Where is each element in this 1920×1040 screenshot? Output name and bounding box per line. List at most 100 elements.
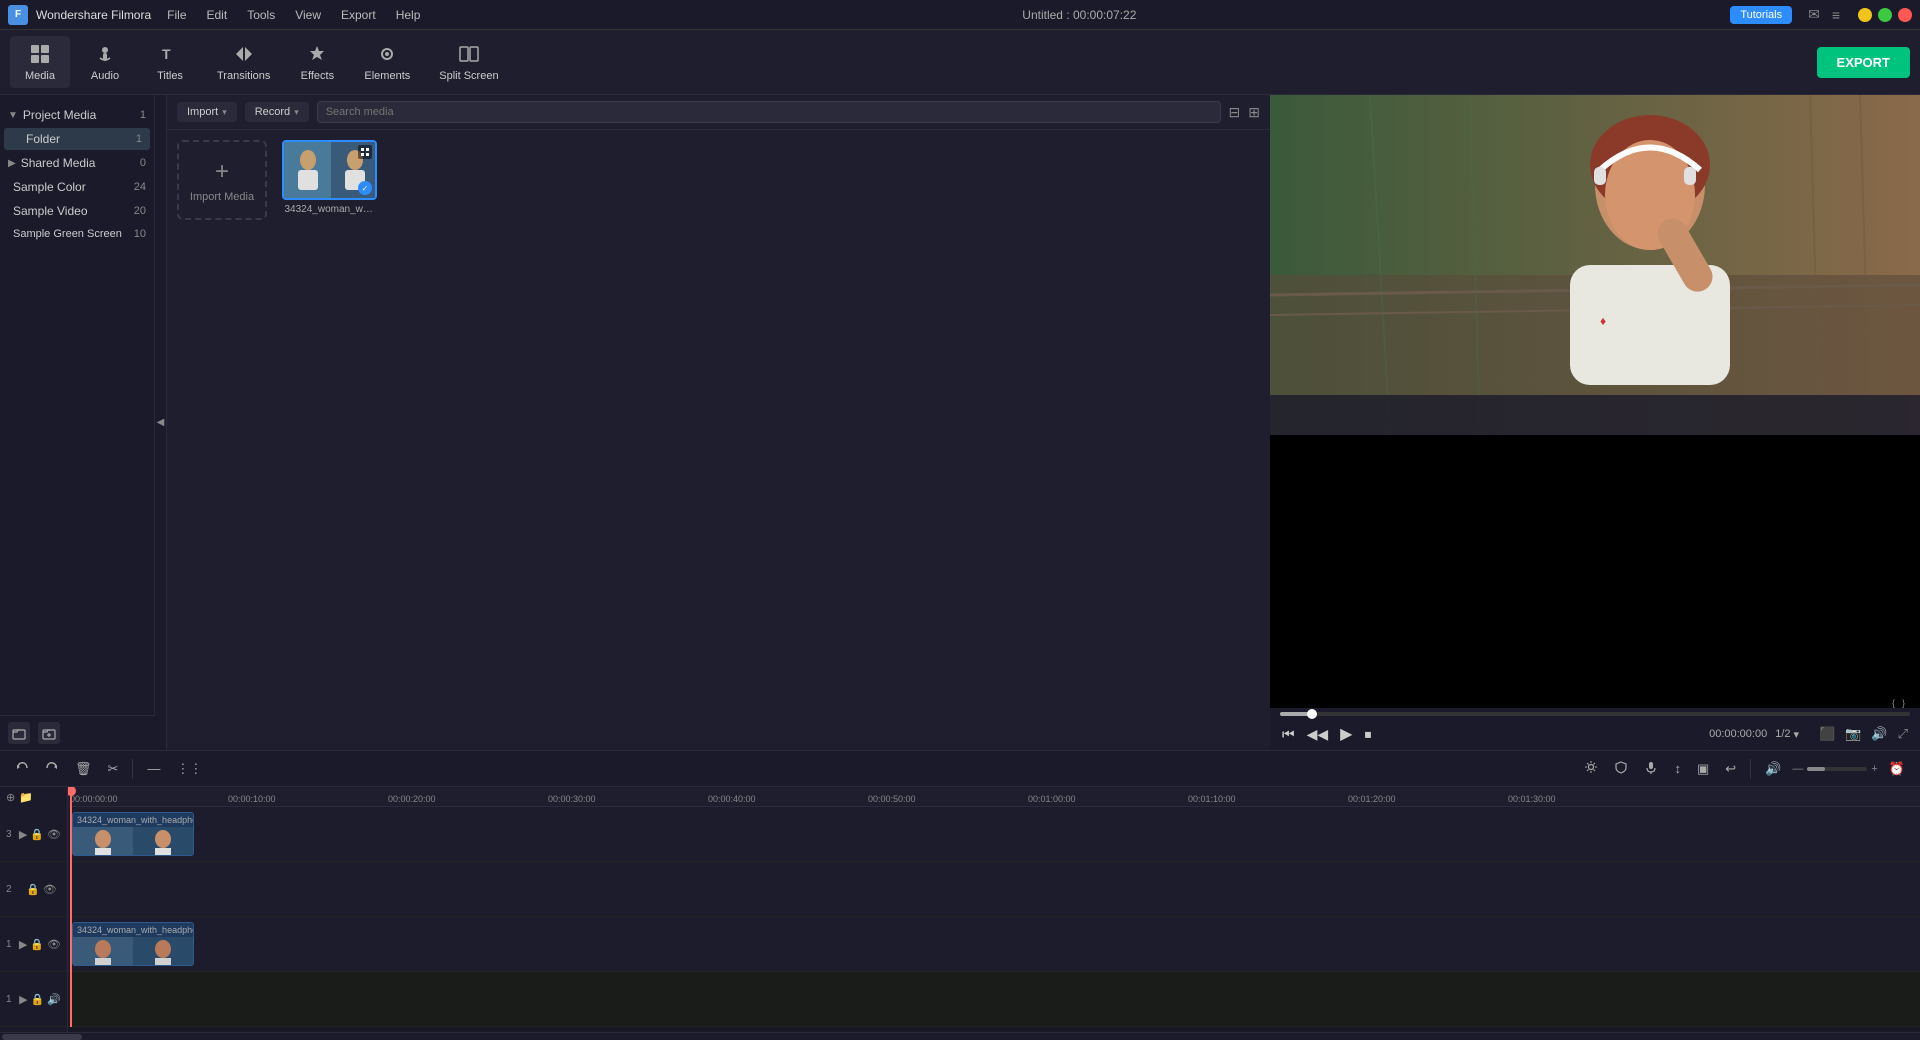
menu-edit[interactable]: Edit	[199, 6, 236, 24]
timeline-scrollbar[interactable]	[0, 1032, 1920, 1040]
stop-button[interactable]: ⏹	[1362, 724, 1373, 745]
v1-eye-icon[interactable]: 👁	[47, 938, 61, 951]
monitor-icon[interactable]: ⬛	[1817, 724, 1837, 744]
export-button[interactable]: EXPORT	[1817, 47, 1910, 78]
timeline-scroll-thumb[interactable]	[2, 1034, 82, 1040]
add-folder-button[interactable]	[8, 722, 30, 744]
play-button[interactable]: ▶	[1338, 722, 1354, 746]
a1-lock-icon[interactable]: 🔒	[31, 993, 45, 1006]
toolbar-effects[interactable]: Effects	[287, 36, 347, 88]
zoom-slider[interactable]	[1807, 767, 1867, 771]
minimize-button[interactable]	[1858, 8, 1872, 22]
tl-loop-button[interactable]: ↩	[1720, 758, 1741, 780]
record-button[interactable]: Record ▾	[245, 102, 309, 122]
clip-v1[interactable]: 34324_woman_with_headpho	[72, 922, 194, 966]
sample-video-section[interactable]: Sample Video 20	[0, 199, 154, 223]
notifications-icon[interactable]: ✉	[1808, 6, 1820, 23]
tl-volume-button[interactable]: 🔊	[1760, 758, 1786, 780]
track-add-buttons: ⊕ 📁	[0, 787, 67, 807]
toolbar-titles[interactable]: T Titles	[140, 36, 200, 88]
split-button[interactable]: —	[142, 758, 165, 779]
prev-frame-button[interactable]: ⏮	[1280, 724, 1297, 745]
undo-button[interactable]	[10, 757, 34, 780]
screenshot-icon[interactable]: 📷	[1843, 724, 1863, 744]
folder-label: Folder	[26, 132, 60, 146]
menu-file[interactable]: File	[159, 6, 194, 24]
left-panel-wrapper: ▼ Project Media 1 Folder 1 ▶ Shared Medi…	[0, 95, 155, 750]
menu-view[interactable]: View	[287, 6, 329, 24]
menu-tools[interactable]: Tools	[239, 6, 283, 24]
collapse-handle[interactable]: ◀	[155, 95, 167, 750]
toolbar-media[interactable]: Media	[10, 36, 70, 88]
tl-mic-button[interactable]	[1639, 757, 1663, 780]
tl-shield-button[interactable]	[1609, 757, 1633, 780]
tutorials-button[interactable]: Tutorials	[1730, 6, 1792, 24]
a1-play-icon[interactable]: ▶	[19, 993, 27, 1006]
v2-lock-icon[interactable]: 🔒	[26, 883, 40, 896]
media-item-video1[interactable]: ✓ 34324_woman_with...	[282, 140, 377, 740]
cut-button[interactable]: ✂	[103, 758, 124, 780]
add-track-icon[interactable]: ⊕	[6, 791, 15, 804]
preview-video: ♦	[1270, 95, 1920, 708]
shared-media-section[interactable]: ▶ Shared Media 0	[0, 151, 154, 175]
toolbar-elements[interactable]: Elements	[352, 36, 422, 88]
volume-icon[interactable]: 🔊	[1869, 724, 1889, 744]
import-media-area[interactable]: + Import Media	[177, 140, 267, 220]
timeline-toolbar: 🗑 ✂ — ⋮⋮ ↕ ▣ ↩ 🔊 —	[0, 751, 1920, 787]
a1-icons: ▶ 🔒 🔊	[19, 993, 61, 1006]
v1-lock-icon[interactable]: 🔒	[30, 938, 44, 951]
project-media-section[interactable]: ▼ Project Media 1	[0, 103, 154, 127]
v3-eye-icon[interactable]: 👁	[47, 828, 61, 841]
clip-v3[interactable]: 34324_woman_with_headpho	[72, 812, 194, 856]
v2-eye-icon[interactable]: 👁	[43, 883, 57, 896]
rewind-button[interactable]: ◀◀	[1305, 724, 1331, 745]
more-button[interactable]: ⋮⋮	[171, 758, 207, 780]
menu-help[interactable]: Help	[388, 6, 429, 24]
tl-clock-button[interactable]: ⏰	[1884, 758, 1910, 780]
maximize-button[interactable]	[1878, 8, 1892, 22]
ruler-mark-130: 00:01:30:00	[1508, 794, 1556, 804]
v3-play-icon[interactable]: ▶	[19, 828, 27, 841]
delete-button[interactable]: 🗑	[70, 758, 97, 780]
toolbar-transitions[interactable]: Transitions	[205, 36, 282, 88]
clip-v3-label: 34324_woman_with_headpho	[73, 813, 193, 827]
close-button[interactable]	[1898, 8, 1912, 22]
filter-icon[interactable]: ⊟	[1229, 104, 1241, 121]
settings-icon[interactable]: ≡	[1832, 7, 1840, 23]
fullscreen-icon[interactable]: ⤢	[1896, 724, 1910, 744]
media-content: + Import Media	[167, 130, 1270, 750]
tl-box-button[interactable]: ▣	[1692, 758, 1714, 780]
toolbar-audio[interactable]: Audio	[75, 36, 135, 88]
shared-media-count: 0	[140, 157, 146, 169]
a1-volume-icon[interactable]: 🔊	[47, 993, 61, 1006]
menu-export[interactable]: Export	[333, 6, 384, 24]
timeline-tracks-container: 00:00:00:00 00:00:10:00 00:00:20:00 00:0…	[68, 787, 1920, 1032]
splitscreen-label: Split Screen	[439, 70, 498, 82]
effects-icon	[305, 42, 329, 66]
track-labels: ⊕ 📁 3 ▶ 🔒 👁 2 🔒 👁	[0, 787, 68, 1032]
folder-item[interactable]: Folder 1	[4, 128, 150, 150]
redo-button[interactable]	[40, 757, 64, 780]
clip-v3-thumbnails	[73, 827, 193, 856]
import-button[interactable]: Import ▾	[177, 102, 237, 122]
v3-lock-icon[interactable]: 🔒	[30, 828, 44, 841]
search-input[interactable]	[317, 101, 1221, 123]
ruler-mark-0: 00:00:00:00	[70, 794, 118, 804]
ruler-mark-100: 00:01:00:00	[1028, 794, 1076, 804]
media-thumbnail-video1[interactable]: ✓	[282, 140, 377, 200]
sample-green-screen-section[interactable]: Sample Green Screen 10	[0, 223, 154, 245]
v1-play-icon[interactable]: ▶	[19, 938, 27, 951]
new-folder-button[interactable]	[38, 722, 60, 744]
sample-color-section[interactable]: Sample Color 24	[0, 175, 154, 199]
preview-progress-bar[interactable]: } {	[1280, 712, 1910, 716]
add-folder-icon[interactable]: 📁	[19, 791, 33, 804]
ruler-mark-20: 00:00:20:00	[388, 794, 436, 804]
zoom-out-icon[interactable]: —	[1792, 763, 1803, 775]
titlebar-left: F Wondershare Filmora File Edit Tools Vi…	[8, 5, 428, 25]
toolbar-splitscreen[interactable]: Split Screen	[427, 36, 510, 88]
menu-bar: File Edit Tools View Export Help	[159, 6, 428, 24]
zoom-in-icon[interactable]: +	[1871, 763, 1877, 775]
grid-view-icon[interactable]: ⊞	[1248, 104, 1260, 121]
tl-expand-button[interactable]: ↕	[1669, 758, 1686, 779]
tl-settings-button[interactable]	[1579, 757, 1603, 780]
